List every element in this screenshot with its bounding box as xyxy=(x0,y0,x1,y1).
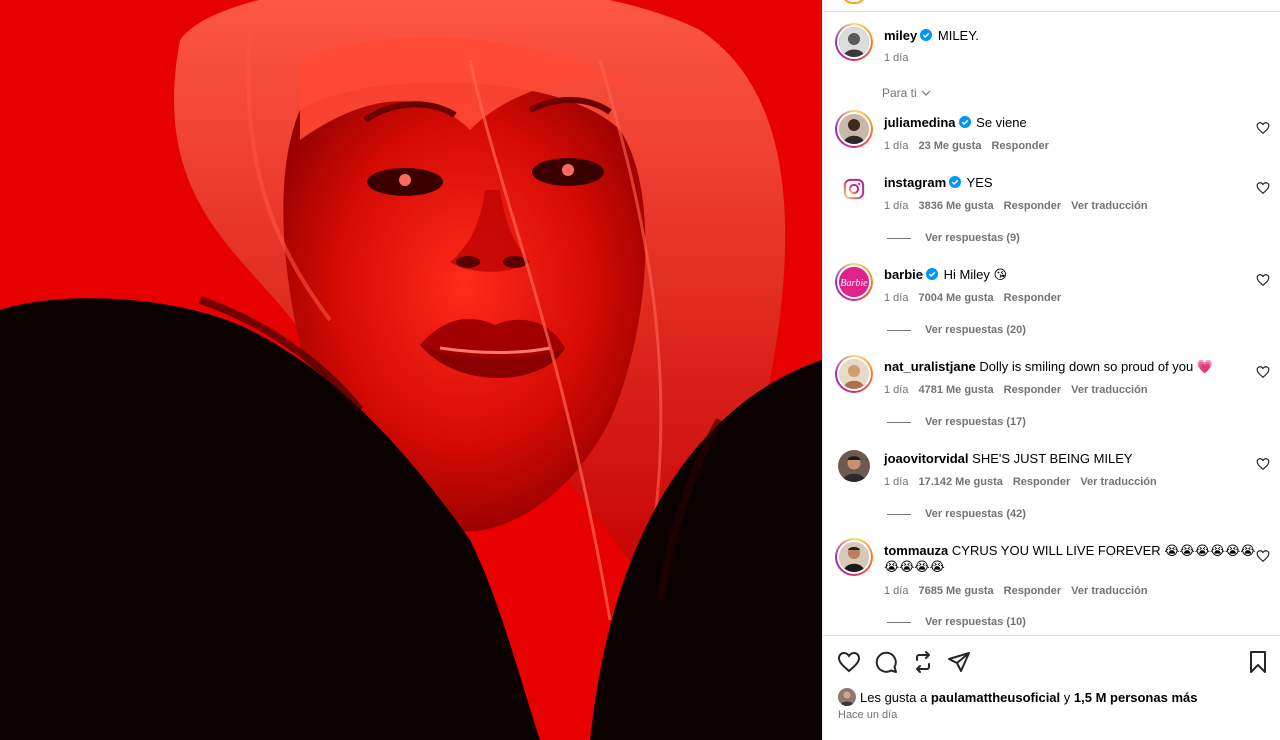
likes-summary: Les gusta a paulamattheusoficial y 1,5 M… xyxy=(838,688,1197,706)
comment-time: 1 día xyxy=(884,292,909,304)
comment-icon[interactable] xyxy=(874,650,898,674)
top-divider xyxy=(823,0,1280,12)
sort-dropdown[interactable]: Para ti xyxy=(882,86,932,100)
comment-text: SHE'S JUST BEING MILEY xyxy=(972,451,1133,466)
comment-meta: 1 día 4781 Me gusta Responder Ver traducció… xyxy=(884,383,1158,397)
bookmark-icon[interactable] xyxy=(1246,650,1270,674)
reply-button[interactable]: Responder xyxy=(1004,200,1061,212)
heart-icon[interactable] xyxy=(1256,457,1270,471)
heart-icon[interactable] xyxy=(837,650,861,674)
comment-time: 1 día xyxy=(884,384,909,396)
commenter-avatar[interactable] xyxy=(835,538,873,576)
reply-button[interactable]: Responder xyxy=(1013,476,1070,488)
post-timestamp: Hace un día xyxy=(838,709,898,721)
comment-text: CYRUS YOU WILL LIVE FOREVER 😭😭😭😭😭😭 xyxy=(951,543,1256,558)
comment-meta: 1 día 3836 Me gusta Responder Ver traducció… xyxy=(884,199,1158,213)
comment-text-row: joaovitorvidal SHE'S JUST BEING MILEY xyxy=(884,451,1133,467)
comment-text-row: nat_uralistjane Dolly is smiling down so… xyxy=(884,359,1213,375)
comment-likes[interactable]: 7685 Me gusta xyxy=(918,585,993,597)
comment-meta: 1 día 17.142 Me gusta Responder Ver traducc… xyxy=(884,475,1167,489)
commenter-avatar[interactable] xyxy=(835,355,873,393)
comment-likes[interactable]: 3836 Me gusta xyxy=(918,200,993,212)
heart-icon[interactable] xyxy=(1256,365,1270,379)
translate-button[interactable]: Ver traducción xyxy=(1071,384,1147,396)
heart-icon[interactable] xyxy=(1256,181,1270,195)
likes-connector: y xyxy=(1063,690,1071,705)
avatar-cropped xyxy=(841,0,867,4)
comment-text: Se viene xyxy=(976,115,1027,130)
translate-button[interactable]: Ver traducción xyxy=(1071,200,1147,212)
commenter-username[interactable]: juliamedina xyxy=(884,115,956,130)
liker-avatar[interactable] xyxy=(838,688,856,706)
verified-badge-icon xyxy=(949,176,962,188)
comment-text: Hi Miley 😘 xyxy=(943,267,1008,282)
comment-meta: 1 día 23 Me gusta Responder xyxy=(884,139,1059,153)
commenter-avatar[interactable]: Barbie xyxy=(835,263,873,301)
translate-button[interactable]: Ver traducción xyxy=(1080,476,1156,488)
verified-badge-icon xyxy=(920,29,933,41)
verified-badge-icon xyxy=(926,268,939,280)
view-replies-button[interactable]: Ver respuestas (10) xyxy=(887,616,1026,628)
likes-prefix: Les gusta a xyxy=(860,690,928,705)
reply-button[interactable]: Responder xyxy=(991,140,1048,152)
author-username[interactable]: miley xyxy=(884,28,917,43)
caption-text: MILEY. xyxy=(937,28,979,43)
comment-likes[interactable]: 7004 Me gusta xyxy=(918,292,993,304)
liker-username[interactable]: paulamattheusoficial xyxy=(931,690,1060,705)
commenter-username[interactable]: tommauza xyxy=(884,543,948,558)
comment-text-row: juliamedina Se viene xyxy=(884,115,1027,131)
commenter-username[interactable]: barbie xyxy=(884,267,923,282)
view-replies-button[interactable]: Ver respuestas (17) xyxy=(887,416,1026,428)
comment-time: 1 día xyxy=(884,585,909,597)
commenter-username[interactable]: nat_uralistjane xyxy=(884,359,976,374)
portrait-image xyxy=(0,0,822,740)
comment-text-row: instagram YES xyxy=(884,175,993,191)
likes-count[interactable]: 1,5 M personas más xyxy=(1074,690,1198,705)
author-avatar[interactable] xyxy=(835,23,873,61)
comment-likes[interactable]: 17.142 Me gusta xyxy=(918,476,1002,488)
heart-icon[interactable] xyxy=(1256,273,1270,287)
commenter-avatar[interactable] xyxy=(838,450,870,482)
action-bar: Les gusta a paulamattheusoficial y 1,5 M… xyxy=(823,635,1280,740)
comment-text: YES xyxy=(966,175,993,190)
chevron-down-icon xyxy=(921,90,931,96)
commenter-username[interactable]: instagram xyxy=(884,175,946,190)
svg-text:Barbie: Barbie xyxy=(840,278,868,289)
comment-text: Dolly is smiling down so proud of you 💗 xyxy=(979,359,1214,374)
comment-time: 1 día xyxy=(884,140,909,152)
comment-meta: 1 día 7004 Me gusta Responder xyxy=(884,291,1071,305)
comment-text-continued: 😭😭😭😭 xyxy=(884,559,945,574)
commenter-avatar[interactable] xyxy=(838,173,870,205)
comments-panel: miley MILEY. 1 día Para ti juliamedina S… xyxy=(822,0,1280,740)
comment-time: 1 día xyxy=(884,200,909,212)
translate-button[interactable]: Ver traducción xyxy=(1071,585,1147,597)
comment-likes[interactable]: 4781 Me gusta xyxy=(918,384,993,396)
comment-meta: 1 día 7685 Me gusta Responder Ver traducció… xyxy=(884,584,1158,598)
repost-icon[interactable] xyxy=(911,650,935,674)
comment-likes[interactable]: 23 Me gusta xyxy=(918,140,981,152)
comment-text-row: barbie Hi Miley 😘 xyxy=(884,267,1007,283)
sort-label: Para ti xyxy=(882,86,917,100)
verified-badge-icon xyxy=(958,116,971,128)
comment-time: 1 día xyxy=(884,476,909,488)
post-caption: miley MILEY. xyxy=(884,28,979,44)
view-replies-button[interactable]: Ver respuestas (20) xyxy=(887,324,1026,336)
view-replies-button[interactable]: Ver respuestas (9) xyxy=(887,232,1020,244)
view-replies-button[interactable]: Ver respuestas (42) xyxy=(887,508,1026,520)
share-icon[interactable] xyxy=(947,650,971,674)
post-time: 1 día xyxy=(884,52,909,64)
post-photo[interactable] xyxy=(0,0,822,740)
commenter-avatar[interactable] xyxy=(835,110,873,148)
reply-button[interactable]: Responder xyxy=(1004,384,1061,396)
comment-text-row: tommauza CYRUS YOU WILL LIVE FOREVER 😭😭😭… xyxy=(884,543,1264,575)
instagram-logo-icon xyxy=(843,178,865,200)
reply-button[interactable]: Responder xyxy=(1004,292,1061,304)
heart-icon[interactable] xyxy=(1256,121,1270,135)
heart-icon[interactable] xyxy=(1256,549,1270,563)
reply-button[interactable]: Responder xyxy=(1004,585,1061,597)
commenter-username[interactable]: joaovitorvidal xyxy=(884,451,969,466)
